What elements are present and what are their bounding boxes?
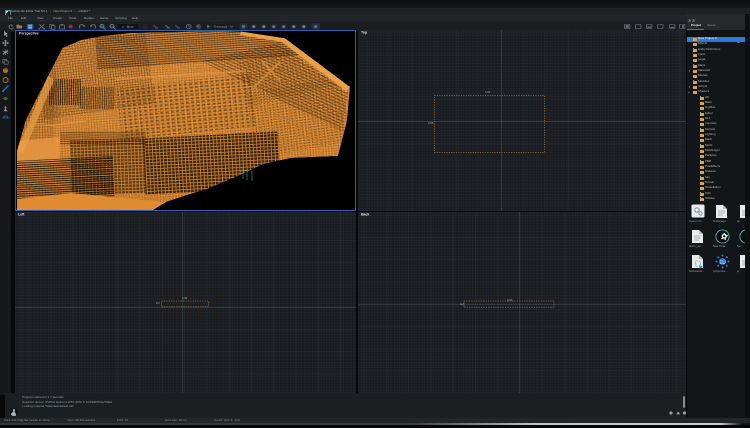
svg-text:Box: Box — [127, 24, 134, 29]
svg-text:LU: LU — [720, 260, 727, 266]
svg-text:Release: Release — [214, 25, 228, 29]
